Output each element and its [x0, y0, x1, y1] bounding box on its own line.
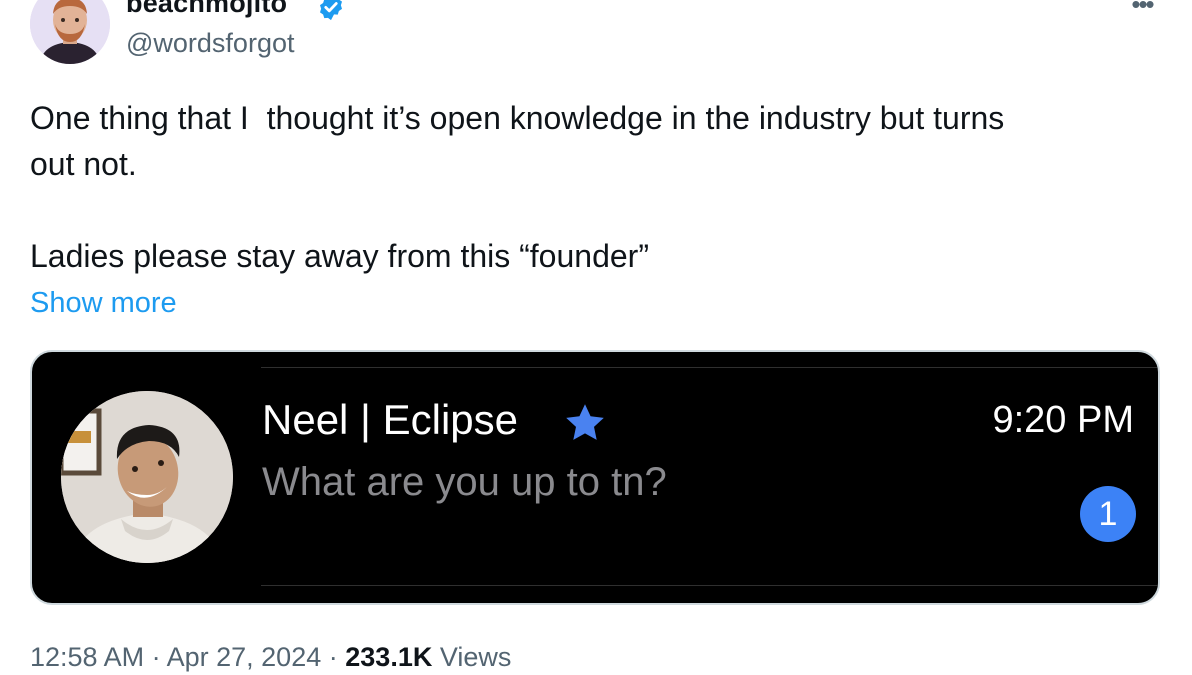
author-avatar-illustration	[30, 0, 110, 64]
star-icon	[566, 404, 604, 440]
list-divider-bottom	[261, 585, 1158, 586]
unread-count-badge: 1	[1080, 486, 1136, 542]
contact-avatar-photo	[61, 391, 233, 563]
views-count[interactable]: 233.1K	[345, 642, 432, 672]
tweet-metadata: 12:58 AM · Apr 27, 2024 · 233.1K Views	[30, 642, 511, 673]
contact-name: Neel | Eclipse	[262, 396, 519, 443]
message-time: 9:20 PM	[992, 399, 1134, 441]
message-preview: What are you up to tn?	[262, 460, 667, 504]
views-label: Views	[439, 642, 512, 672]
verified-badge-icon	[320, 0, 342, 21]
tweet-date[interactable]: Apr 27, 2024	[167, 642, 322, 672]
list-divider-top	[261, 367, 1158, 368]
tweet-time[interactable]: 12:58 AM	[30, 642, 144, 672]
author-display-name[interactable]: beachmojito	[126, 0, 287, 19]
media-attachment[interactable]: Neel | Eclipse 9:20 PM What are you up t…	[30, 350, 1160, 605]
tweet-text: One thing that I thought it’s open knowl…	[30, 100, 1005, 274]
more-options-icon[interactable]: •••	[1124, 0, 1160, 18]
author-avatar[interactable]	[30, 0, 110, 64]
contact-avatar	[61, 391, 233, 563]
author-handle[interactable]: @wordsforgot	[126, 28, 294, 59]
meta-separator: ·	[328, 642, 338, 672]
meta-separator: ·	[151, 642, 161, 672]
show-more-link[interactable]: Show more	[30, 287, 177, 320]
